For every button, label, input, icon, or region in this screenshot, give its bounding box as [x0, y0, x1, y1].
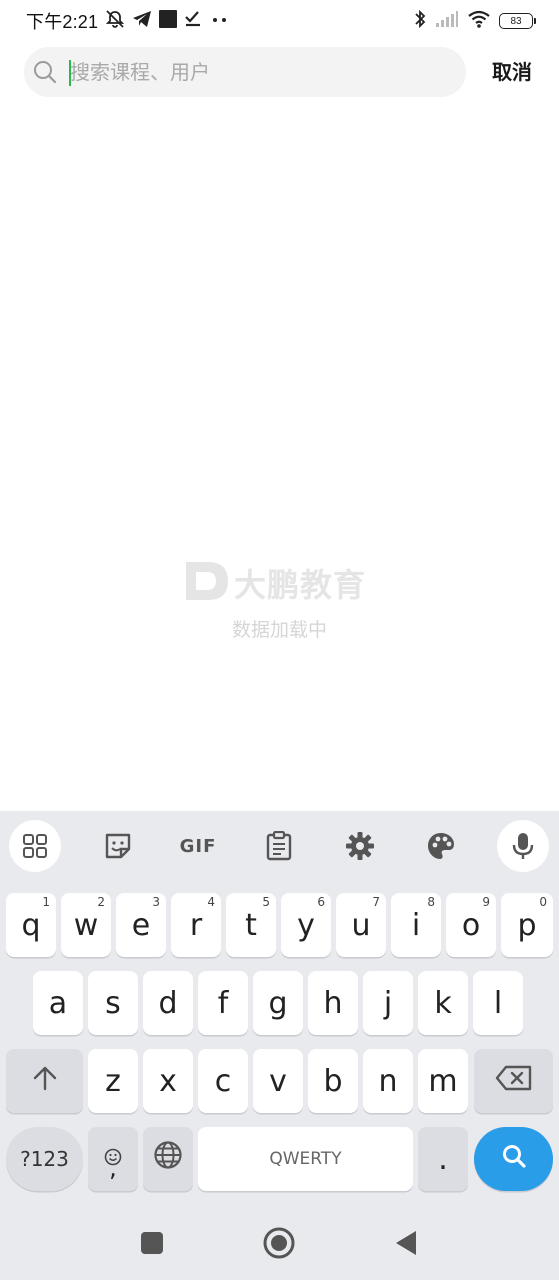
key-x[interactable]: x: [143, 1049, 193, 1113]
bell-off-icon: [105, 9, 125, 34]
logo-mark-icon: [184, 560, 230, 607]
bluetooth-icon: [413, 9, 427, 34]
key-j[interactable]: j: [363, 971, 413, 1035]
key-c[interactable]: c: [198, 1049, 248, 1113]
key-y[interactable]: y6: [281, 893, 331, 957]
key-l[interactable]: l: [473, 971, 523, 1035]
loading-placeholder: 大鹏教育 数据加载中: [0, 555, 559, 655]
recents-square-icon[interactable]: [135, 1226, 169, 1260]
key-u[interactable]: u7: [336, 893, 386, 957]
status-time: 下午2:21: [26, 12, 99, 32]
space-bar[interactable]: QWERTY: [198, 1127, 413, 1191]
key-n[interactable]: n: [363, 1049, 413, 1113]
key-i[interactable]: i8: [391, 893, 441, 957]
home-circle-icon[interactable]: [262, 1226, 296, 1260]
search-icon: [501, 1142, 527, 1177]
status-bar: 下午2:21 83: [0, 0, 559, 42]
key-a[interactable]: a: [33, 971, 83, 1035]
status-right: 83: [413, 9, 536, 34]
key-p[interactable]: p0: [501, 893, 553, 957]
gif-label: GIF: [179, 835, 217, 857]
key-v[interactable]: v: [253, 1049, 303, 1113]
status-left: 下午2:21: [26, 9, 231, 33]
microphone-icon[interactable]: [497, 820, 549, 872]
symbols-key[interactable]: ?123: [6, 1127, 83, 1191]
wifi-icon: [467, 9, 491, 34]
brand-logo: 大鹏教育: [184, 561, 366, 605]
language-key[interactable]: [143, 1127, 193, 1191]
loading-message: 数据加载中: [231, 619, 327, 641]
key-w[interactable]: w2: [61, 893, 111, 957]
search-input[interactable]: [70, 47, 450, 97]
key-m[interactable]: m: [418, 1049, 468, 1113]
key-s[interactable]: s: [88, 971, 138, 1035]
shift-key[interactable]: [6, 1049, 83, 1113]
apps-grid-icon[interactable]: [9, 820, 61, 872]
square-icon: [159, 9, 178, 33]
key-d[interactable]: d: [143, 971, 193, 1035]
key-f[interactable]: f: [198, 971, 248, 1035]
checkmark-icon: [184, 10, 202, 33]
backspace-key[interactable]: [474, 1049, 553, 1113]
key-o[interactable]: o9: [446, 893, 496, 957]
keyboard-toolbar: GIF: [0, 811, 559, 881]
sticker-icon[interactable]: [92, 820, 144, 872]
key-b[interactable]: b: [308, 1049, 358, 1113]
globe-icon: [153, 1140, 183, 1178]
key-g[interactable]: g: [253, 971, 303, 1035]
settings-gear-icon[interactable]: [334, 820, 386, 872]
key-q[interactable]: q1: [6, 893, 56, 957]
system-nav-bar: [0, 1206, 559, 1280]
key-z[interactable]: z: [88, 1049, 138, 1113]
emoji-comma-key[interactable]: ,: [88, 1127, 138, 1191]
key-k[interactable]: k: [418, 971, 468, 1035]
signal-icon: [435, 10, 459, 33]
backspace-icon: [495, 1064, 533, 1099]
comma-label: ,: [109, 1154, 117, 1182]
back-triangle-icon[interactable]: [389, 1226, 423, 1260]
search-action-key[interactable]: [474, 1127, 553, 1191]
more-dots-icon: [209, 12, 231, 30]
period-key[interactable]: .: [418, 1127, 468, 1191]
search-icon: [33, 60, 57, 84]
clipboard-icon[interactable]: [253, 820, 305, 872]
telegram-icon: [132, 10, 152, 33]
battery-icon: 83: [499, 13, 536, 29]
key-h[interactable]: h: [308, 971, 358, 1035]
key-t[interactable]: t5: [226, 893, 276, 957]
shift-arrow-icon: [32, 1064, 58, 1099]
key-e[interactable]: e3: [116, 893, 166, 957]
key-r[interactable]: r4: [171, 893, 221, 957]
cancel-button[interactable]: 取消: [482, 58, 542, 86]
palette-icon[interactable]: [415, 820, 467, 872]
brand-name: 大鹏教育: [234, 566, 367, 604]
gif-icon[interactable]: GIF: [172, 820, 224, 872]
